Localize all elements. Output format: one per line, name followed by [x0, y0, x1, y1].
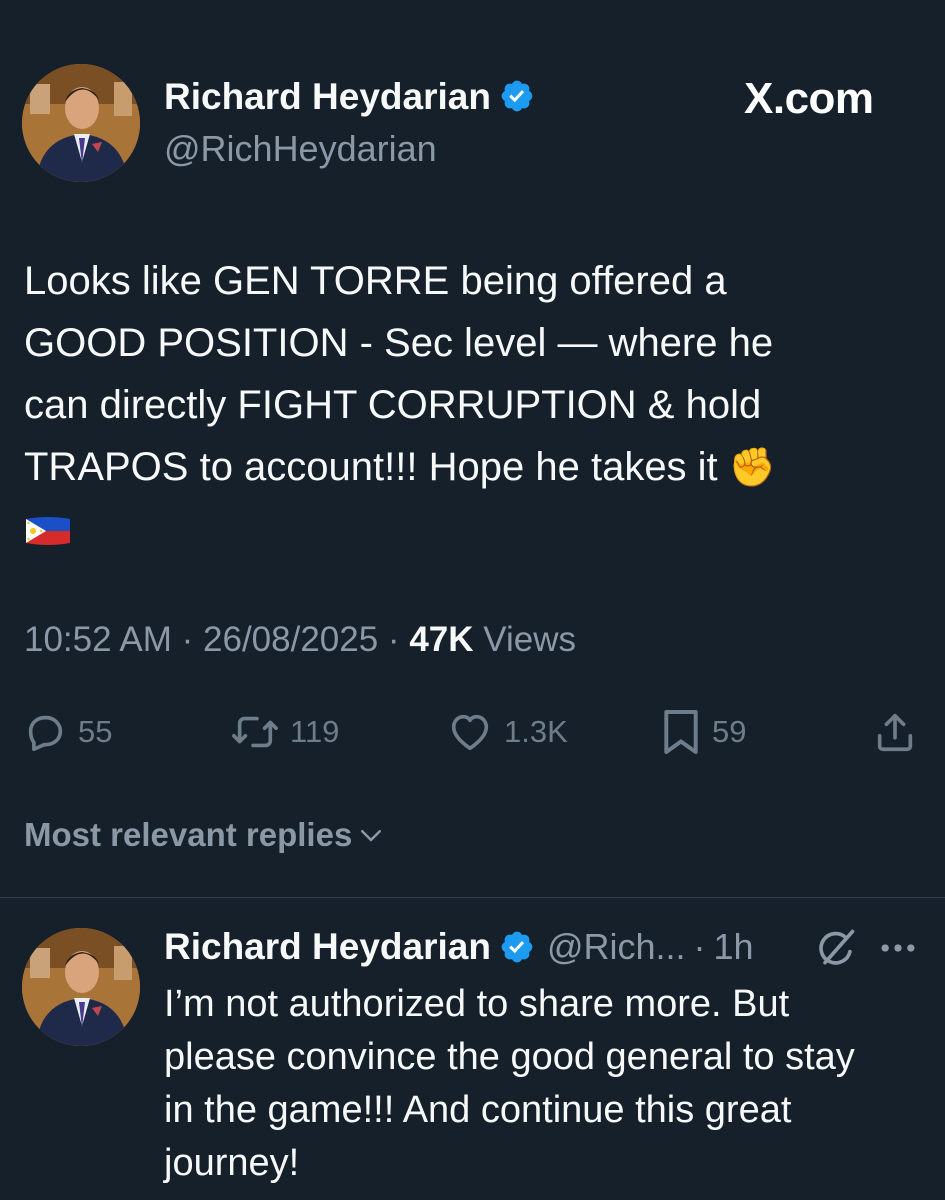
like-button[interactable]: 1.3K [446, 700, 568, 764]
raised-fist-emoji: ✊ [728, 447, 777, 489]
like-count: 1.3K [504, 714, 568, 749]
heart-icon [451, 714, 489, 751]
philippines-flag-icon [26, 517, 70, 545]
meta-separator: · [387, 620, 400, 659]
views-count: 47K [409, 620, 474, 659]
meta-separator: · [181, 620, 194, 659]
reply-time[interactable]: 1h [714, 926, 754, 968]
tweet-text-line: can directly FIGHT CORRUPTION & hold [24, 383, 762, 427]
tweet-text-line-last: TRAPOS to account!!! Hope he takes it ✊ [24, 436, 904, 499]
reply-header: Richard Heydarian @Rich... · 1h [164, 926, 754, 968]
reply-icon [28, 715, 63, 752]
reply-author-name[interactable]: Richard Heydarian [164, 926, 491, 968]
replies-sort-label: Most relevant replies [24, 816, 353, 853]
reply-author-handle[interactable]: @Rich... [547, 926, 686, 968]
author-name[interactable]: Richard Heydarian [164, 76, 491, 117]
brand-logo-text: X.com [744, 74, 874, 123]
grok-icon [819, 929, 855, 965]
more-options-button[interactable] [876, 924, 920, 972]
author-avatar[interactable] [22, 64, 140, 182]
tweet-text-line: Looks like GEN TORRE being offered a [24, 259, 727, 303]
reply-text-line: please convince the good general to stay [164, 1036, 855, 1078]
tweet-action-bar: 55 119 1.3K 59 [0, 700, 945, 764]
repost-icon [232, 716, 278, 748]
reply-separator: · [693, 926, 706, 967]
tweet-time[interactable]: 10:52 AM [24, 620, 172, 659]
reply-text-line: journey! [164, 1142, 300, 1184]
tweet-text-line: GOOD POSITION - Sec level — where he [24, 321, 774, 365]
flag-line [24, 499, 904, 561]
reply-count: 55 [78, 714, 113, 749]
reply-text-line: I’m not authorized to share more. But [164, 983, 790, 1025]
author-name-row[interactable]: Richard Heydarian [164, 76, 535, 118]
grok-button[interactable] [814, 924, 858, 972]
divider [0, 897, 945, 898]
more-dots-icon [881, 944, 915, 952]
verified-badge-icon [501, 931, 533, 963]
repost-button[interactable]: 119 [230, 700, 339, 764]
reply-author-avatar[interactable] [22, 928, 140, 1046]
reply-text-line: in the game!!! And continue this great [164, 1089, 792, 1131]
chevron-down-icon [361, 830, 382, 842]
views-label: Views [483, 620, 576, 659]
reply-button[interactable]: 55 [22, 700, 112, 764]
tweet-meta: 10:52 AM · 26/08/2025 · 47K Views [24, 620, 576, 660]
share-button[interactable] [872, 700, 918, 764]
author-handle[interactable]: @RichHeydarian [164, 128, 437, 170]
replies-sort-dropdown[interactable]: Most relevant replies [24, 816, 386, 854]
verified-badge-icon [501, 80, 533, 112]
tweet-text: Looks like GEN TORRE being offered a GOO… [24, 250, 904, 561]
reply-text: I’m not authorized to share more. But pl… [164, 978, 924, 1190]
repost-count: 119 [290, 714, 340, 749]
bookmark-icon [664, 710, 698, 754]
share-icon [877, 713, 913, 752]
tweet-text-line: TRAPOS to account!!! Hope he takes it [24, 445, 718, 489]
tweet-date[interactable]: 26/08/2025 [203, 620, 378, 659]
bookmark-button[interactable]: 59 [660, 700, 746, 764]
bookmark-count: 59 [712, 714, 747, 749]
